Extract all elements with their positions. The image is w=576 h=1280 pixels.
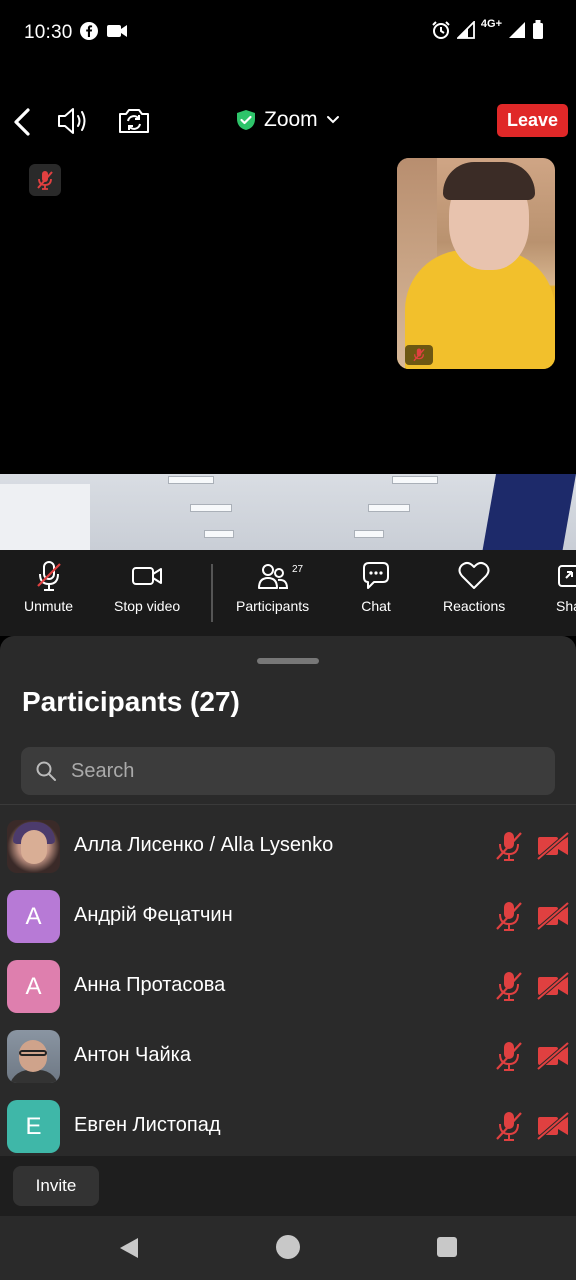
ceiling-light <box>204 530 234 538</box>
camera-switch-icon[interactable] <box>116 106 152 136</box>
ceiling-light <box>168 476 214 484</box>
mic-muted-icon <box>496 832 522 861</box>
video-camera-icon <box>132 567 163 585</box>
video-off-icon <box>536 831 570 861</box>
nav-back-icon[interactable] <box>118 1236 140 1260</box>
reactions-label: Reactions <box>443 598 506 614</box>
heart-icon <box>458 561 490 589</box>
mic-muted-icon <box>496 1042 522 1071</box>
ceiling-light <box>190 504 232 512</box>
mic-muted-icon <box>496 972 522 1001</box>
search-icon <box>36 761 56 781</box>
unmute-button[interactable]: Unmute <box>24 560 73 614</box>
main-mic-muted-indicator <box>29 164 61 196</box>
nav-home-icon[interactable] <box>276 1235 300 1259</box>
search-box[interactable] <box>21 747 555 795</box>
status-bar: 10:30 4G+ <box>0 0 576 68</box>
participant-row[interactable]: А Андрій Фецатчин <box>0 881 576 951</box>
banner <box>482 474 576 550</box>
system-nav-bar <box>0 1216 576 1280</box>
self-video-thumbnail[interactable] <box>397 158 555 369</box>
nav-recents-icon[interactable] <box>437 1237 457 1257</box>
share-screen-icon <box>558 565 576 587</box>
share-button[interactable]: Sha <box>556 560 576 614</box>
reactions-button[interactable]: Reactions <box>443 560 505 614</box>
ceiling-light <box>368 504 410 512</box>
battery-icon <box>533 20 543 39</box>
mic-muted-icon <box>413 348 425 362</box>
meeting-title-label: Zoom <box>264 108 318 131</box>
avatar: Е <box>7 1100 60 1153</box>
wall <box>0 484 90 550</box>
video-off-icon <box>536 1041 570 1071</box>
ceiling-light <box>392 476 438 484</box>
participants-icon <box>257 564 288 589</box>
stop-video-button[interactable]: Stop video <box>114 560 180 614</box>
speaker-icon[interactable] <box>56 106 90 136</box>
signal-icon <box>509 22 525 38</box>
mic-muted-icon <box>496 1112 522 1141</box>
chat-button[interactable]: Chat <box>360 560 392 614</box>
participant-name: Алла Лисенко / Alla Lysenko <box>74 834 334 856</box>
panel-drag-handle[interactable] <box>257 658 319 664</box>
participants-count-badge: 27 <box>292 564 304 575</box>
meeting-toolbar: Unmute Stop video Participants Chat Reac… <box>0 550 576 636</box>
participant-name: Андрій Фецатчин <box>74 904 233 926</box>
video-call-icon <box>107 25 127 37</box>
signal-icon <box>456 21 475 39</box>
video-off-icon <box>536 901 570 931</box>
meeting-title[interactable]: Zoom <box>236 108 340 132</box>
chevron-down-icon <box>326 116 339 124</box>
avatar: А <box>7 890 60 943</box>
video-off-icon <box>536 1111 570 1141</box>
leave-button[interactable]: Leave <box>497 104 568 137</box>
participant-row[interactable]: Алла Лисенко / Alla Lysenko <box>0 811 576 881</box>
unmute-label: Unmute <box>24 598 74 614</box>
status-time: 10:30 <box>24 22 73 43</box>
participant-row[interactable]: Е Евген Листопад <box>0 1091 576 1156</box>
mic-muted-icon <box>496 902 522 931</box>
avatar <box>7 1030 60 1083</box>
participant-name: Евген Листопад <box>74 1114 221 1136</box>
participant-name: Анна Протасова <box>74 974 226 996</box>
ceiling-light <box>354 530 384 538</box>
alarm-icon <box>432 21 450 39</box>
search-input[interactable] <box>71 747 541 795</box>
participant-row[interactable]: Антон Чайка <box>0 1021 576 1091</box>
facebook-icon <box>80 22 98 40</box>
mic-muted-icon <box>37 171 53 190</box>
toolbar-divider <box>211 564 213 622</box>
participant-row[interactable]: А Анна Протасова <box>0 951 576 1021</box>
chat-bubble-icon <box>363 562 389 589</box>
avatar <box>7 820 60 873</box>
hair <box>443 162 535 200</box>
shield-check-icon <box>237 110 255 130</box>
participants-title: Participants (27) <box>22 686 240 717</box>
avatar: А <box>7 960 60 1013</box>
video-off-icon <box>536 971 570 1001</box>
participants-label: Participants <box>236 598 310 614</box>
invite-button[interactable]: Invite <box>13 1166 99 1206</box>
chat-label: Chat <box>361 598 391 614</box>
share-label: Sha <box>556 598 576 614</box>
stop-video-label: Stop video <box>114 598 181 614</box>
participant-name: Антон Чайка <box>74 1044 191 1066</box>
meeting-top-bar: Zoom Leave <box>0 96 576 150</box>
self-mic-muted-indicator <box>405 345 433 365</box>
shared-camera-feed <box>0 474 576 550</box>
divider <box>0 804 576 805</box>
back-icon[interactable] <box>10 104 34 140</box>
mic-muted-icon <box>36 561 61 591</box>
network-type: 4G+ <box>480 18 502 30</box>
